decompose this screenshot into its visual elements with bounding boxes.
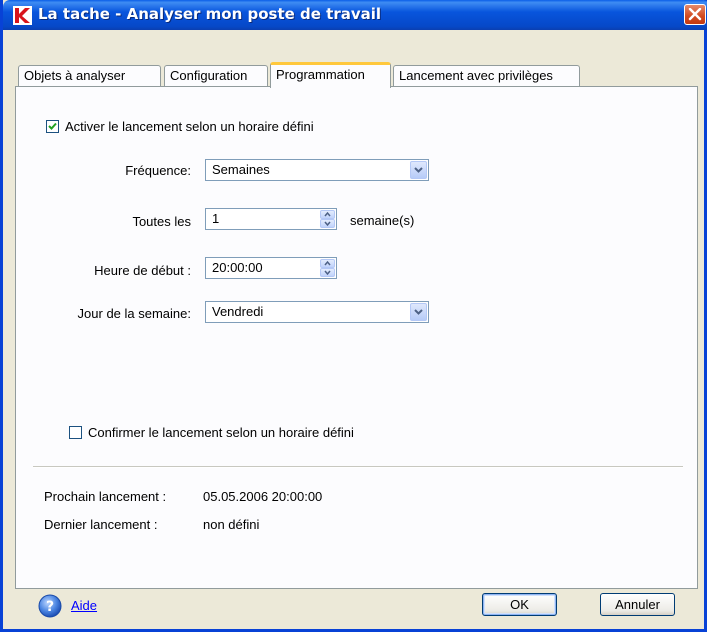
spin-up-button[interactable] — [320, 259, 335, 268]
chevron-up-icon — [324, 211, 331, 217]
close-button[interactable] — [684, 4, 706, 25]
kaspersky-k-icon — [13, 6, 32, 25]
dialog-window: La tache - Analyser mon poste de travail… — [0, 0, 707, 632]
ok-button-label: OK — [510, 597, 529, 612]
chevron-up-icon — [324, 260, 331, 266]
close-icon — [688, 8, 702, 21]
weekday-dropdown-button[interactable] — [410, 303, 427, 321]
frequency-select[interactable]: Semaines — [205, 159, 429, 181]
every-value: 1 — [212, 211, 220, 226]
confirm-schedule-checkbox[interactable] — [69, 426, 82, 439]
frequency-value: Semaines — [212, 162, 270, 177]
every-spinner[interactable]: 1 — [205, 208, 337, 230]
start-time-value: 20:00:00 — [212, 260, 263, 275]
enable-schedule-checkbox[interactable] — [46, 120, 59, 133]
start-time-input[interactable]: 20:00:00 — [205, 257, 337, 279]
cancel-button-label: Annuler — [615, 597, 660, 612]
spin-down-button[interactable] — [320, 219, 335, 228]
help-question-icon[interactable]: ? — [38, 594, 62, 618]
tab-label: Programmation — [276, 67, 365, 82]
tab-label: Lancement avec privilèges — [399, 68, 553, 83]
weekday-select[interactable]: Vendredi — [205, 301, 429, 323]
window-title: La tache - Analyser mon poste de travail — [38, 5, 382, 23]
frequency-dropdown-button[interactable] — [410, 161, 427, 179]
tab-label: Objets à analyser — [24, 68, 126, 83]
spin-up-button[interactable] — [320, 210, 335, 219]
checkmark-icon — [48, 122, 57, 130]
tab-programmation[interactable]: Programmation — [270, 62, 391, 88]
tab-label: Configuration — [170, 68, 248, 83]
ok-button[interactable]: OK — [482, 593, 557, 616]
tab-lancement-avec-privileges[interactable]: Lancement avec privilèges — [393, 65, 580, 87]
tab-configuration[interactable]: Configuration — [164, 65, 268, 87]
start-time-spinner-buttons[interactable] — [320, 259, 335, 277]
chevron-down-icon — [414, 309, 423, 315]
svg-text:?: ? — [46, 599, 54, 615]
help-link[interactable]: Aide — [71, 598, 97, 613]
tab-objets-a-analyser[interactable]: Objets à analyser — [18, 65, 161, 87]
weekday-value: Vendredi — [212, 304, 264, 319]
chevron-down-icon — [324, 270, 331, 276]
every-spinner-buttons[interactable] — [320, 210, 335, 228]
chevron-down-icon — [324, 221, 331, 227]
title-bar[interactable]: La tache - Analyser mon poste de travail — [3, 0, 707, 30]
spin-down-button[interactable] — [320, 268, 335, 277]
chevron-down-icon — [414, 167, 423, 173]
cancel-button[interactable]: Annuler — [600, 593, 675, 616]
